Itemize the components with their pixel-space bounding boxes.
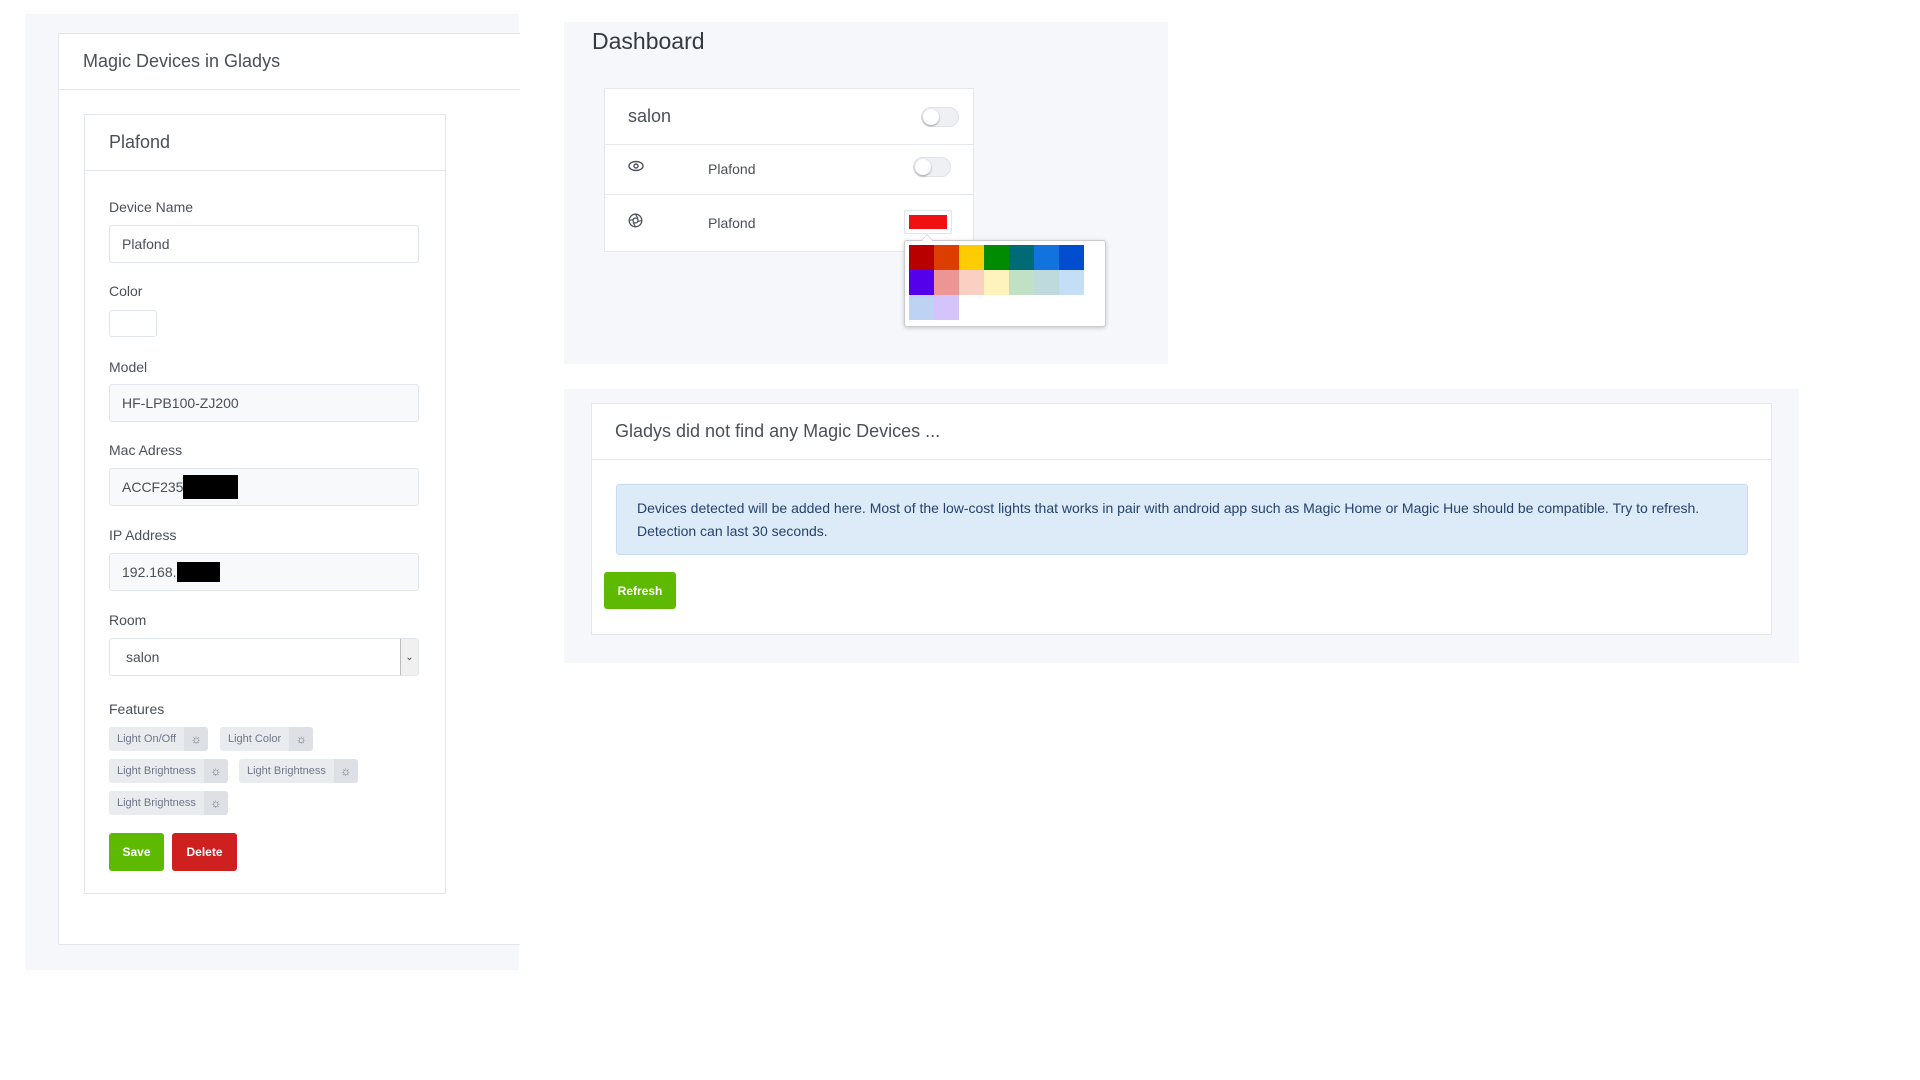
eye-icon-svg xyxy=(628,160,644,172)
color-picker-button[interactable] xyxy=(904,210,952,234)
feature-tag-label: Light Brightness xyxy=(117,797,196,809)
model-field: HF-LPB100-ZJ200 xyxy=(109,384,419,422)
ip-redaction xyxy=(176,562,220,582)
mac-address-value: ACCF235 xyxy=(122,479,184,495)
magic-search-title: Gladys did not find any Magic Devices ..… xyxy=(592,404,1771,460)
ip-address-label: IP Address xyxy=(109,527,177,543)
color-picker-popover xyxy=(904,234,1106,327)
light-icon: ☼ xyxy=(333,759,358,783)
feature-tag: Light Color ☼ xyxy=(220,727,314,751)
chevron-down-icon[interactable]: ⌄ xyxy=(400,639,418,675)
feature-tag: Light Brightness ☼ xyxy=(109,759,228,783)
color-swatch[interactable] xyxy=(984,245,1009,270)
color-swatch[interactable] xyxy=(1034,270,1059,295)
model-label: Model xyxy=(109,359,148,375)
aperture-icon xyxy=(628,213,643,231)
room-card: salon Plafond Plafond xyxy=(604,88,974,252)
toggle-knob xyxy=(915,159,931,175)
room-header-row: salon xyxy=(605,89,973,145)
room-select-value: salon xyxy=(126,649,160,665)
device-name: Plafond xyxy=(708,215,756,231)
room-toggle[interactable] xyxy=(921,107,959,127)
device-name: Plafond xyxy=(708,161,756,177)
ip-address-field: 192.168. xyxy=(109,553,419,591)
color-swatch[interactable] xyxy=(1034,245,1059,270)
device-card-title: Plafond xyxy=(85,115,445,171)
magic-devices-title: Magic Devices in Gladys xyxy=(59,34,520,90)
color-swatch[interactable] xyxy=(934,270,959,295)
color-swatch[interactable] xyxy=(909,295,934,320)
save-button[interactable]: Save xyxy=(109,833,164,871)
color-swatch[interactable] xyxy=(934,295,959,320)
color-label: Color xyxy=(109,283,143,299)
info-alert: Devices detected will be added here. Mos… xyxy=(616,484,1748,555)
room-select[interactable]: salon ⌄ xyxy=(109,638,419,676)
aperture-icon-svg xyxy=(628,213,643,228)
refresh-button[interactable]: Refresh xyxy=(604,572,676,609)
device-name-value: Plafond xyxy=(122,236,170,252)
alert-text-line1: Devices detected will be added here. Mos… xyxy=(637,500,1700,516)
room-label: Room xyxy=(109,612,147,628)
dashboard-title: Dashboard xyxy=(592,28,705,54)
color-swatch[interactable] xyxy=(1059,245,1084,270)
eye-icon xyxy=(628,159,644,175)
mac-address-field: ACCF235 xyxy=(109,468,419,506)
color-swatch[interactable] xyxy=(984,270,1009,295)
ip-address-value: 192.168. xyxy=(122,564,177,580)
toggle-knob xyxy=(923,109,939,125)
feature-tag-label: Light Brightness xyxy=(247,765,326,777)
color-swatch[interactable] xyxy=(1059,270,1084,295)
mac-redaction xyxy=(183,475,239,499)
light-icon: ☼ xyxy=(203,791,228,815)
light-icon: ☼ xyxy=(289,727,314,751)
features-label: Features xyxy=(109,701,165,717)
color-swatch[interactable] xyxy=(959,245,984,270)
feature-tag-label: Light Brightness xyxy=(117,765,196,777)
alert-text-line2: Detection can last 30 seconds. xyxy=(637,523,828,539)
feature-tag: Light Brightness ☼ xyxy=(239,759,358,783)
magic-search-card: Gladys did not find any Magic Devices ..… xyxy=(591,403,1772,635)
device-toggle[interactable] xyxy=(913,157,951,177)
feature-tag-label: Light On/Off xyxy=(117,733,177,745)
color-swatch[interactable] xyxy=(909,270,934,295)
feature-tag-label: Light Color xyxy=(228,733,282,745)
feature-tag: Light Brightness ☼ xyxy=(109,791,228,815)
delete-button[interactable]: Delete xyxy=(172,833,237,871)
device-card: Plafond Device Name Plafond Color Model … xyxy=(84,114,446,894)
feature-tag: Light On/Off ☼ xyxy=(109,727,209,751)
color-swatch-grid xyxy=(909,245,1101,320)
model-value: HF-LPB100-ZJ200 xyxy=(122,395,239,411)
selected-color-swatch xyxy=(909,215,947,229)
color-swatch[interactable] xyxy=(934,245,959,270)
room-name: salon xyxy=(628,106,672,126)
device-row: Plafond xyxy=(605,145,973,195)
color-swatch[interactable] xyxy=(1009,270,1034,295)
mac-address-label: Mac Adress xyxy=(109,442,183,458)
device-name-label: Device Name xyxy=(109,199,194,215)
light-icon: ☼ xyxy=(184,727,209,751)
color-swatch[interactable] xyxy=(909,245,934,270)
color-swatch[interactable] xyxy=(1009,245,1034,270)
color-input[interactable] xyxy=(109,310,157,337)
color-swatch[interactable] xyxy=(959,270,984,295)
light-icon: ☼ xyxy=(203,759,228,783)
device-name-input[interactable]: Plafond xyxy=(109,225,419,263)
